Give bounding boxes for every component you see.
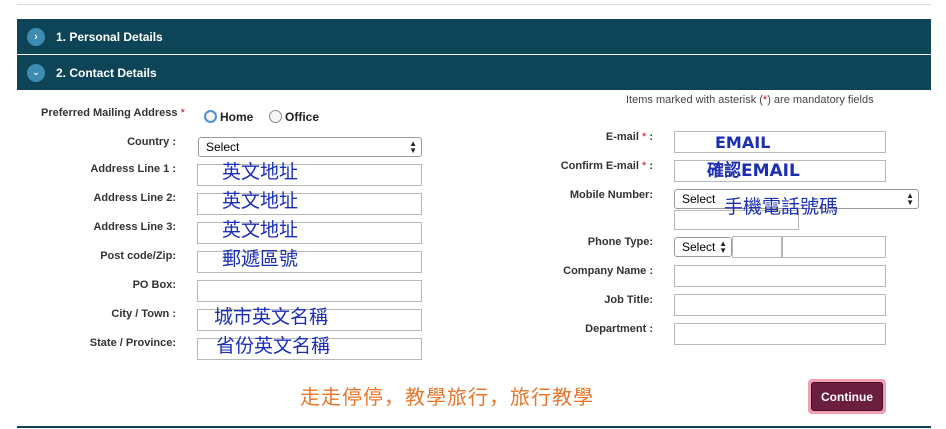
city-label: City / Town : [111, 308, 176, 320]
postcode-annotation: 郵遞區號 [222, 248, 299, 270]
continue-button-focus-ring: Continue [808, 379, 886, 414]
email-annotation: EMAIL [715, 133, 771, 152]
home-radio[interactable] [204, 110, 217, 123]
confirm-email-label: Confirm E-mail * : [560, 160, 653, 172]
top-divider [17, 4, 931, 5]
office-radio-label: Office [285, 110, 320, 124]
address-line-1-label: Address Line 1 : [90, 163, 176, 175]
email-label: E-mail * : [605, 131, 653, 143]
job-title-input[interactable] [674, 294, 886, 316]
select-arrows-icon: ▲ ▼ [719, 239, 727, 255]
section-personal-details[interactable]: › 1. Personal Details [17, 19, 931, 54]
mobile-annotation: 手機電話號碼 [724, 196, 839, 218]
mandatory-note: Items marked with asterisk (*) are manda… [626, 94, 874, 106]
section-title: 1. Personal Details [56, 29, 163, 44]
caption-text: 走走停停，教學旅行，旅行教學 [300, 385, 594, 409]
chevron-down-icon: ⌄ [27, 63, 45, 82]
address-line-2-annotation: 英文地址 [222, 190, 299, 212]
phone-area-input[interactable] [732, 236, 782, 258]
department-input[interactable] [674, 323, 886, 345]
company-name-input[interactable] [674, 265, 886, 287]
state-label: State / Province: [89, 337, 176, 349]
office-radio[interactable] [269, 110, 282, 123]
mailing-address-label: Preferred Mailing Address * [41, 107, 185, 119]
continue-button[interactable]: Continue [811, 382, 883, 411]
select-arrows-icon: ▲ ▼ [409, 139, 417, 155]
job-title-label: Job Title: [604, 294, 653, 306]
bottom-divider [17, 426, 931, 428]
state-annotation: 省份英文名稱 [216, 335, 331, 357]
home-radio-label: Home [220, 110, 254, 124]
select-arrows-icon: ▲ ▼ [906, 191, 914, 207]
company-name-label: Company Name : [563, 265, 653, 277]
chevron-right-icon: › [27, 27, 45, 46]
address-line-3-label: Address Line 3: [93, 221, 176, 233]
address-line-1-annotation: 英文地址 [222, 161, 299, 183]
postcode-label: Post code/Zip: [100, 250, 176, 262]
country-select[interactable]: Select ▲ ▼ [198, 137, 422, 157]
pobox-input[interactable] [197, 280, 422, 302]
address-line-3-annotation: 英文地址 [222, 219, 299, 241]
country-label: Country : [127, 136, 176, 148]
address-line-2-label: Address Line 2: [93, 192, 176, 204]
section-contact-details[interactable]: ⌄ 2. Contact Details [17, 55, 931, 90]
confirm-email-annotation: 確認EMAIL [707, 161, 800, 181]
city-annotation: 城市英文名稱 [214, 306, 329, 328]
email-input[interactable] [674, 131, 886, 153]
phone-number-input[interactable] [782, 236, 886, 258]
pobox-label: PO Box: [132, 279, 176, 291]
phone-type-label: Phone Type: [587, 236, 653, 248]
mobile-number-label: Mobile Number: [569, 189, 653, 201]
department-label: Department : [585, 323, 653, 335]
section-title: 2. Contact Details [56, 65, 157, 80]
phone-type-select[interactable]: Select ▲ ▼ [674, 237, 732, 257]
